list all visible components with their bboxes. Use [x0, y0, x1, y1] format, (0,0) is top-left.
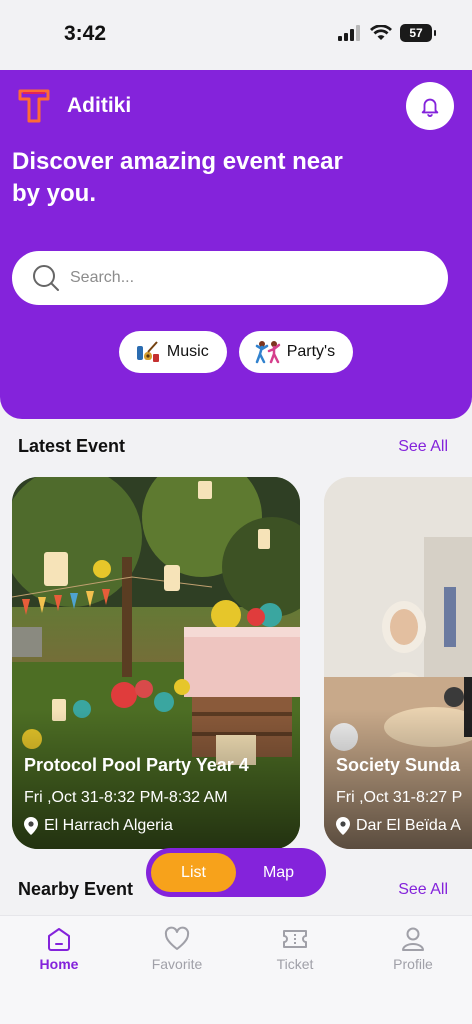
bell-icon [421, 98, 439, 117]
tab-home[interactable]: Home [14, 926, 104, 972]
event-location: Dar El Beïda A [336, 817, 461, 835]
app-name: Aditiki [67, 94, 132, 117]
heart-icon [164, 926, 190, 950]
event-location-text: El Harrach Algeria [44, 817, 173, 834]
music-instruments-icon [136, 341, 159, 362]
event-title: Society Sunda [336, 755, 461, 775]
list-view-button[interactable]: List [151, 853, 236, 892]
event-date: Fri ,Oct 31-8:27 P [336, 789, 463, 806]
latest-event-header: Latest Event See All [18, 436, 448, 457]
map-view-button[interactable]: Map [236, 853, 321, 892]
tab-label: Profile [393, 956, 433, 972]
status-icons: 57 [338, 24, 436, 42]
category-chip-label: Music [166, 343, 209, 360]
tab-ticket[interactable]: Ticket [250, 926, 340, 972]
location-pin-icon [336, 817, 350, 835]
bottom-tab-bar: Home Favorite Ticket Profile [0, 915, 472, 1024]
tab-favorite[interactable]: Favorite [132, 926, 222, 972]
section-title: Latest Event [18, 436, 126, 456]
tab-profile[interactable]: Profile [368, 926, 458, 972]
see-all-nearby-link[interactable]: See All [398, 881, 448, 899]
event-date: Fri ,Oct 31-8:32 PM-8:32 AM [24, 789, 228, 806]
signal-icon [338, 25, 360, 41]
event-title: Protocol Pool Party Year 4 [24, 755, 249, 775]
headline: Discover amazing event near by you. [12, 148, 343, 207]
event-card[interactable]: Society Sunda Fri ,Oct 31-8:27 P Dar El … [324, 477, 472, 849]
status-time: 3:42 [64, 22, 107, 45]
category-chips: Music Party's [0, 331, 472, 373]
search-bar[interactable] [12, 251, 448, 305]
notifications-button[interactable] [406, 82, 454, 130]
event-card[interactable]: Protocol Pool Party Year 4 Fri ,Oct 31-8… [12, 477, 300, 849]
event-location: El Harrach Algeria [24, 817, 173, 835]
search-icon [33, 265, 59, 291]
ticket-icon [283, 930, 307, 948]
dancing-people-icon [255, 341, 280, 364]
status-bar: 3:42 57 [0, 0, 472, 70]
location-pin-icon [24, 817, 38, 835]
category-chip-music[interactable]: Music [118, 331, 227, 373]
hero-header: Aditiki Discover amazing event near by y… [0, 70, 472, 419]
event-location-text: Dar El Beïda A [356, 817, 461, 834]
search-input[interactable] [70, 269, 410, 287]
battery-indicator: 57 [400, 24, 436, 42]
wifi-icon [370, 25, 392, 40]
app-logo-icon [18, 89, 50, 123]
view-toggle: List Map [146, 848, 326, 897]
home-icon [48, 928, 70, 951]
see-all-latest-link[interactable]: See All [398, 438, 448, 456]
tab-label: Ticket [276, 956, 314, 972]
tab-label: Home [39, 956, 79, 972]
section-title: Nearby Event [18, 879, 134, 899]
profile-icon [402, 927, 424, 951]
event-carousel[interactable]: Protocol Pool Party Year 4 Fri ,Oct 31-8… [12, 477, 472, 849]
tab-label: Favorite [151, 956, 203, 972]
category-chip-party[interactable]: Party's [238, 331, 354, 373]
category-chip-label: Party's [286, 343, 336, 360]
